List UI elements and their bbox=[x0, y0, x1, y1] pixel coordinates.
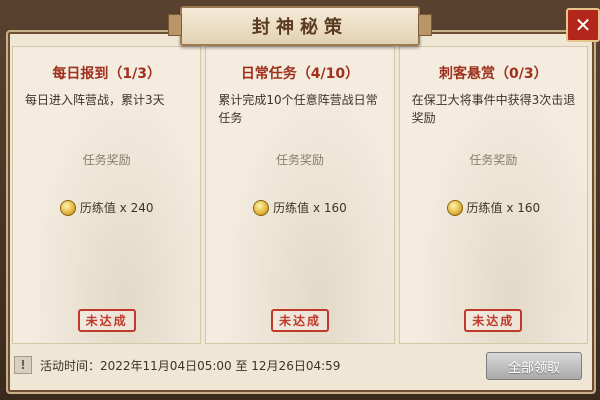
dialog-title: 封神秘策 bbox=[168, 6, 432, 46]
task-card-daily-tasks: 日常任务（4/10） 累计完成10个任意阵营战日常任务 任务奖励 历练值 x 1… bbox=[205, 46, 395, 344]
task-title: 刺客悬赏（0/3） bbox=[439, 66, 548, 82]
coin-icon bbox=[253, 199, 270, 216]
reward-text: 历练值 x 160 bbox=[466, 201, 541, 215]
status-stamp: 未达成 bbox=[464, 309, 523, 332]
status-stamp: 未达成 bbox=[77, 309, 136, 332]
reward-label: 任务奖励 bbox=[469, 153, 518, 167]
coin-icon bbox=[59, 199, 76, 216]
reward-row: 历练值 x 160 bbox=[400, 199, 587, 216]
task-title: 日常任务（4/10） bbox=[240, 66, 360, 82]
event-time: 活动时间：2022年11月04日05:00 至 12月26日04:59 bbox=[40, 358, 341, 373]
task-card-daily-checkin: 每日报到（1/3） 每日进入阵营战，累计3天 任务奖励 历练值 x 240 未达… bbox=[12, 46, 202, 344]
close-icon: ✕ bbox=[574, 13, 592, 37]
coin-icon bbox=[446, 199, 463, 216]
reward-row: 历练值 x 160 bbox=[206, 199, 393, 216]
task-description: 在保卫大将事件中获得3次击退奖励 bbox=[411, 93, 576, 125]
dialog-footer: ! 活动时间：2022年11月04日05:00 至 12月26日04:59 全部… bbox=[12, 350, 588, 380]
reward-row: 历练值 x 240 bbox=[13, 199, 200, 216]
task-title: 每日报到（1/3） bbox=[52, 66, 161, 82]
reward-text: 历练值 x 240 bbox=[79, 201, 154, 215]
task-description: 每日进入阵营战，累计3天 bbox=[25, 93, 165, 107]
reward-label: 任务奖励 bbox=[275, 153, 324, 167]
task-columns: 每日报到（1/3） 每日进入阵营战，累计3天 任务奖励 历练值 x 240 未达… bbox=[12, 46, 588, 344]
reward-label: 任务奖励 bbox=[82, 153, 131, 167]
info-icon: ! bbox=[14, 356, 32, 374]
task-description: 累计完成10个任意阵营战日常任务 bbox=[218, 93, 378, 125]
claim-all-button[interactable]: 全部领取 bbox=[486, 352, 582, 380]
task-card-assassin-bounty: 刺客悬赏（0/3） 在保卫大将事件中获得3次击退奖励 任务奖励 历练值 x 16… bbox=[398, 46, 588, 344]
close-button[interactable]: ✕ bbox=[566, 8, 600, 42]
status-stamp: 未达成 bbox=[270, 309, 329, 332]
reward-text: 历练值 x 160 bbox=[273, 201, 347, 215]
